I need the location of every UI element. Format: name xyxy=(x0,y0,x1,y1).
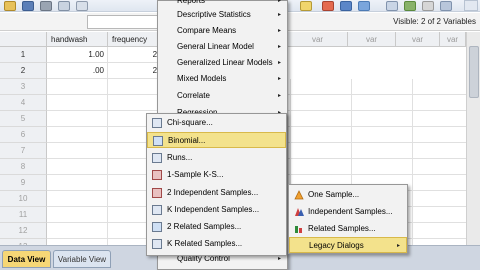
column-header-var[interactable]: var xyxy=(288,32,348,47)
one-sample-ks-icon xyxy=(152,170,162,180)
menu-item-label: Legacy Dialogs xyxy=(309,241,364,250)
submenu-arrow-icon: ▸ xyxy=(277,76,281,82)
row-header[interactable]: 6 xyxy=(0,127,47,143)
row-header[interactable]: 11 xyxy=(0,207,47,223)
submenu-arrow-icon: ▸ xyxy=(277,44,281,50)
column-header-var[interactable]: var xyxy=(396,32,440,47)
menu-item-label: Binomial... xyxy=(168,136,206,145)
dialog-recall-icon[interactable] xyxy=(58,1,70,11)
menu-item-k-related-samples[interactable]: K Related Samples... xyxy=(147,236,286,252)
runs-icon xyxy=(152,153,162,163)
use-sets-icon[interactable] xyxy=(404,1,416,11)
menu-item-one-sample[interactable]: One Sample... xyxy=(289,187,407,203)
menu-item-label: 2 Related Samples... xyxy=(167,222,242,231)
column-header-handwash[interactable]: handwash xyxy=(47,32,108,47)
save-icon[interactable] xyxy=(22,1,34,11)
visible-variables-label: Visible: 2 of 2 Variables xyxy=(393,17,476,26)
menu-item-label: K Independent Samples... xyxy=(167,205,260,214)
menu-item-label: General Linear Model xyxy=(177,42,254,51)
spell-check-icon[interactable] xyxy=(440,1,452,11)
menu-item-label: Mixed Models xyxy=(177,74,227,83)
tab-data-view[interactable]: Data View xyxy=(2,250,51,268)
row-header[interactable]: 7 xyxy=(0,143,47,159)
row-header[interactable]: 4 xyxy=(0,95,47,111)
menu-item-binomial[interactable]: Binomial... xyxy=(147,132,286,148)
show-all-variables-icon[interactable] xyxy=(422,1,434,11)
open-file-icon[interactable] xyxy=(4,1,16,11)
menu-item-label: Compare Means xyxy=(177,26,237,35)
nonparametric-tests-menu: One Sample... Independent Samples... Rel… xyxy=(288,184,408,254)
menu-item-label: Runs... xyxy=(167,153,193,162)
menu-item-one-sample-ks[interactable]: 1-Sample K-S... xyxy=(147,167,286,183)
menu-item-two-independent-samples[interactable]: 2 Independent Samples... xyxy=(147,185,286,201)
submenu-arrow-icon: ▸ xyxy=(277,28,281,34)
menu-item-compare-means[interactable]: Compare Means ▸ xyxy=(158,23,287,39)
menu-item-label: K Related Samples... xyxy=(167,239,243,248)
k-related-samples-icon xyxy=(152,239,162,249)
row-header[interactable]: 1 xyxy=(0,47,47,63)
goto-case-icon[interactable] xyxy=(76,1,88,11)
split-file-icon[interactable] xyxy=(322,1,334,11)
two-independent-samples-icon xyxy=(152,188,162,198)
menu-item-runs[interactable]: Runs... xyxy=(147,150,286,166)
submenu-arrow-icon: ▸ xyxy=(396,243,400,249)
menu-item-mixed-models[interactable]: Mixed Models ▸ xyxy=(158,71,287,87)
row-header[interactable]: 8 xyxy=(0,159,47,175)
menu-item-related-samples[interactable]: Related Samples... xyxy=(289,221,407,237)
menu-item-chi-square[interactable]: Chi-square... xyxy=(147,115,286,131)
vertical-scrollbar[interactable] xyxy=(466,32,480,245)
column-header-var[interactable]: var xyxy=(348,32,396,47)
column-header-var[interactable]: var xyxy=(440,32,466,47)
menu-item-label: One Sample... xyxy=(308,190,360,199)
row-header[interactable]: 12 xyxy=(0,223,47,239)
table-cell[interactable]: .00 xyxy=(47,63,108,79)
submenu-arrow-icon: ▸ xyxy=(277,60,281,66)
related-samples-icon xyxy=(294,224,304,234)
row-header[interactable]: 2 xyxy=(0,63,47,79)
search-icon[interactable] xyxy=(464,0,478,11)
menu-item-label: 2 Independent Samples... xyxy=(167,188,259,197)
menu-item-generalized-linear-models[interactable]: Generalized Linear Models ▸ xyxy=(158,55,287,71)
chi-square-icon xyxy=(152,118,162,128)
row-header[interactable]: 10 xyxy=(0,191,47,207)
menu-item-label: Independent Samples... xyxy=(308,207,393,216)
menu-item-label: Generalized Linear Models xyxy=(177,58,273,67)
one-sample-icon xyxy=(294,190,304,200)
row-header[interactable]: 5 xyxy=(0,111,47,127)
menu-item-general-linear-model[interactable]: General Linear Model ▸ xyxy=(158,39,287,55)
submenu-arrow-icon: ▸ xyxy=(277,93,281,99)
weight-cases-icon[interactable] xyxy=(340,1,352,11)
menu-item-independent-samples[interactable]: Independent Samples... xyxy=(289,204,407,220)
row-header[interactable]: 9 xyxy=(0,175,47,191)
table-cell[interactable]: 1.00 xyxy=(47,47,108,63)
submenu-arrow-icon: ▸ xyxy=(277,12,281,18)
select-cases-icon[interactable] xyxy=(358,1,370,11)
legacy-dialogs-menu: Chi-square... Binomial... Runs... 1-Samp… xyxy=(146,113,287,256)
row-header[interactable]: 3 xyxy=(0,79,47,95)
two-related-samples-icon xyxy=(152,222,162,232)
scrollbar-thumb[interactable] xyxy=(469,46,479,98)
menu-item-k-independent-samples[interactable]: K Independent Samples... xyxy=(147,202,286,218)
menu-item-label: Related Samples... xyxy=(308,224,376,233)
insert-cases-icon[interactable] xyxy=(300,1,312,11)
value-labels-icon[interactable] xyxy=(386,1,398,11)
k-independent-samples-icon xyxy=(152,205,162,215)
menu-item-label: Correlate xyxy=(177,91,210,100)
tab-variable-view[interactable]: Variable View xyxy=(53,250,111,268)
menu-item-legacy-dialogs[interactable]: Legacy Dialogs ▸ xyxy=(289,237,407,253)
binomial-icon xyxy=(153,136,163,146)
independent-samples-icon xyxy=(294,207,304,217)
menu-item-descriptive-statistics[interactable]: Descriptive Statistics ▸ xyxy=(158,7,287,23)
print-icon[interactable] xyxy=(40,1,52,11)
menu-item-label: Descriptive Statistics xyxy=(177,10,251,19)
menu-item-correlate[interactable]: Correlate ▸ xyxy=(158,88,287,104)
menu-item-label: 1-Sample K-S... xyxy=(167,170,224,179)
menu-item-two-related-samples[interactable]: 2 Related Samples... xyxy=(147,219,286,235)
grid-corner[interactable] xyxy=(0,32,47,47)
menu-item-label: Chi-square... xyxy=(167,118,213,127)
